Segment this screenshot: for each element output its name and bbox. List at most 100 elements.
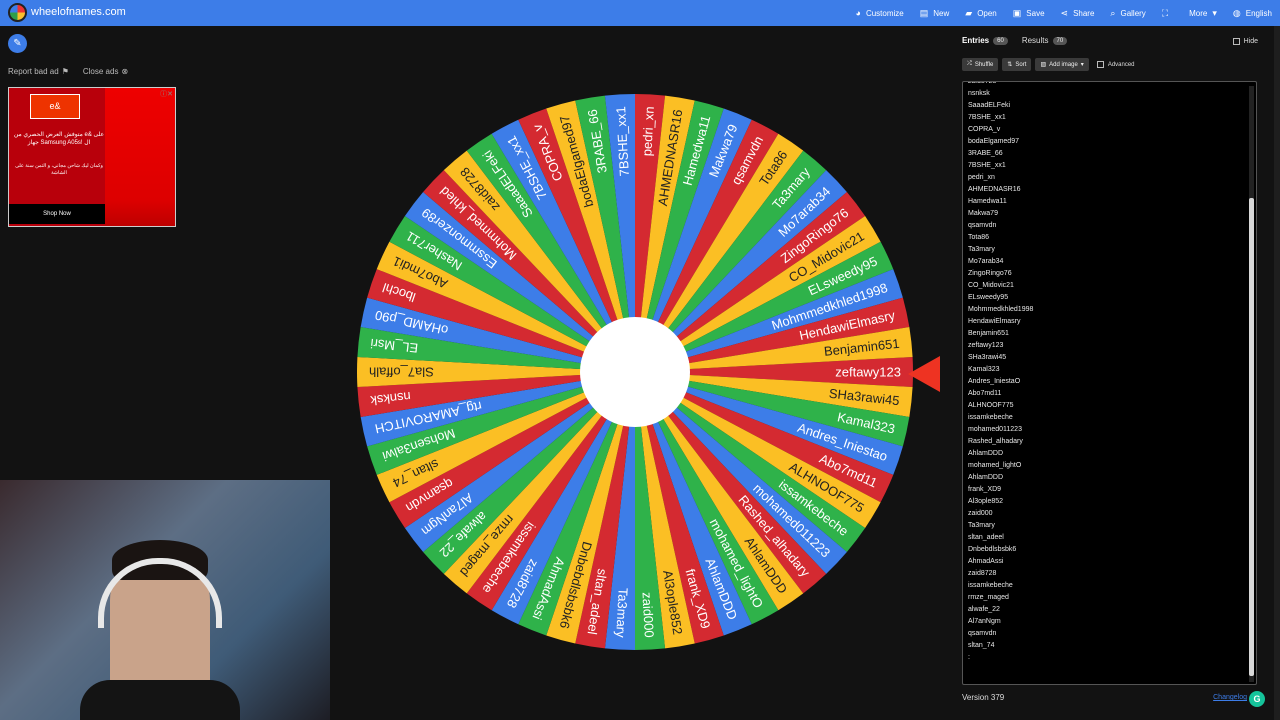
entry-line[interactable]: AhmadAssi [968,556,1033,568]
nav-customize-button[interactable]: ◕ Customize [856,8,904,18]
entry-line[interactable]: Al7anNgm [968,616,1033,628]
ad-banner[interactable]: e& متوفش العرض الحصري من e& على جهاز Sam… [8,87,176,227]
entry-line[interactable]: Hamedwa11 [968,196,1033,208]
entry-line[interactable]: nsnksk [968,88,1033,100]
sort-button[interactable]: ⇅ Sort [1002,58,1032,71]
entry-line[interactable]: sltan_adeel [968,532,1033,544]
entry-line[interactable]: rmze_maged [968,592,1033,604]
entry-line[interactable]: SHa3rawi45 [968,352,1033,364]
entry-line[interactable]: sltan_74 [968,640,1033,652]
wheel-center-hub[interactable] [580,317,690,427]
entry-line[interactable]: Makwa79 [968,208,1033,220]
entry-line[interactable]: : [968,652,1033,664]
globe-icon: ◍ [1232,7,1241,18]
entry-line[interactable]: Abo7md11 [968,388,1033,400]
sort-label: Sort [1015,61,1027,68]
nav-open-button[interactable]: ▰ Open [965,8,997,18]
grammarly-icon[interactable]: G [1249,691,1265,707]
report-bad-ad-link[interactable]: Report bad ad ⚑ [8,67,69,76]
tab-results[interactable]: Results 70 [1022,36,1068,45]
edit-pencil-icon[interactable]: ✎ [8,34,27,53]
entries-scrollbar[interactable] [1249,86,1254,682]
tab-entries[interactable]: Entries 60 [962,36,1008,45]
entry-line[interactable]: mohamed011223 [968,424,1033,436]
nav-more-button[interactable]: More ▾ [1189,8,1217,18]
entry-line[interactable]: frank_XD9 [968,484,1033,496]
nav-fullscreen-button[interactable]: ⛶ [1162,8,1173,18]
hide-checkbox[interactable] [1232,38,1240,45]
advanced-toggle[interactable]: Advanced [1096,61,1135,68]
entry-line[interactable]: Mohmmedkhled1998 [968,304,1033,316]
entry-line[interactable]: Rashed_alhadary [968,436,1033,448]
entry-line[interactable]: zaid000 [968,508,1033,520]
entry-line[interactable]: ELsweedy95 [968,292,1033,304]
hide-toggle[interactable]: Hide [1232,38,1258,45]
advanced-label: Advanced [1107,61,1135,68]
entry-line[interactable]: CO_Midovic21 [968,280,1033,292]
ad-choices-icon[interactable]: ⓘ✕ [160,89,173,99]
entry-line[interactable]: HendawiElmasry [968,316,1033,328]
entries-list[interactable]: zaid8728 nsnksk SaaadELFeki 7BSHE_xx1 COPRA_… [968,82,1033,664]
entry-line[interactable]: Andres_IniestaO [968,376,1033,388]
shuffle-button[interactable]: ⤮ Shuffle [962,58,999,71]
entry-line[interactable]: issamkebeche [968,580,1033,592]
entry-line[interactable]: qsamvdn [968,628,1033,640]
wheel-segment-label: zeftawy123 [835,365,901,380]
changelog-link[interactable]: Changelog [1213,694,1247,701]
entry-line[interactable]: 3RABE_66 [968,148,1033,160]
entry-line[interactable]: zaid8728 [968,568,1033,580]
entry-line[interactable]: AHMEDNASR16 [968,184,1033,196]
entry-line[interactable]: pedri_xn [968,172,1033,184]
hide-label: Hide [1243,38,1258,45]
entry-line[interactable]: ALHNOOF775 [968,400,1033,412]
tab-label: Entries [962,36,990,45]
count-badge: 60 [993,36,1008,45]
entry-line[interactable]: bodaElgamed97 [968,136,1033,148]
entry-line[interactable]: Mo7arab34 [968,256,1033,268]
entry-line[interactable]: Dnbebdlsbsbk6 [968,544,1033,556]
entry-line[interactable]: Al3ople852 [968,496,1033,508]
nav-label: Gallery [1120,8,1146,18]
entry-line[interactable]: COPRA_v [968,124,1033,136]
entry-line[interactable]: Ta3mary [968,244,1033,256]
nav-label: Share [1073,8,1095,18]
nav-save-button[interactable]: ▣ Save [1013,8,1045,18]
nav-gallery-button[interactable]: ⌕ Gallery [1110,8,1146,18]
page-scrollbar[interactable] [1274,26,1280,720]
entry-line[interactable]: qsamvdn [968,220,1033,232]
shuffle-label: Shuffle [974,61,994,68]
nav-english-button[interactable]: ◍ English [1232,7,1272,18]
advanced-checkbox[interactable] [1096,61,1104,68]
entry-line[interactable]: mohamed_lightO [968,460,1033,472]
add-image-button[interactable]: ▨ Add image ▾ [1035,58,1089,71]
entry-line[interactable]: Tota86 [968,232,1033,244]
sort-icon: ⇅ [1007,62,1013,68]
ad-shop-now-button[interactable]: Shop Now [9,204,105,224]
nav-new-button[interactable]: ▤ New [920,8,950,18]
entry-line[interactable]: Ta3mary [968,520,1033,532]
entries-textarea[interactable]: zaid8728 nsnksk SaaadELFeki 7BSHE_xx1 COPRA_… [962,81,1257,685]
wheel-logo-icon[interactable] [8,3,27,22]
entry-line[interactable]: zeftawy123 [968,340,1033,352]
entry-line[interactable]: zaid8728 [968,82,1033,88]
nav-share-button[interactable]: ⋖ Share [1061,8,1095,18]
ad-headline: متوفش العرض الحصري من e& على جهاز Samsun… [13,132,105,146]
entry-line[interactable]: AhlamDDD [968,472,1033,484]
entry-line[interactable]: AhlamDDD [968,448,1033,460]
entry-line[interactable]: Benjamin651 [968,328,1033,340]
entry-line[interactable]: issamkebeche [968,412,1033,424]
entry-line[interactable]: alwafe_22 [968,604,1033,616]
close-ads-link[interactable]: Close ads ⊗ [83,67,128,76]
wheel-svg[interactable]: zeftawy123SHa3rawi45Kamal323Andres_Inies… [355,92,915,652]
entry-line[interactable]: 7BSHE_xx1 [968,112,1033,124]
entry-line[interactable]: Kamal323 [968,364,1033,376]
report-bad-ad-label: Report bad ad [8,67,59,76]
wheel-pointer-arrow [908,356,940,392]
entries-scroll-thumb[interactable] [1249,198,1254,676]
site-title[interactable]: wheelofnames.com [31,6,126,18]
wheel-segment-label: Sla7_offalh [369,365,434,380]
entry-line[interactable]: ZingoRingo76 [968,268,1033,280]
name-wheel[interactable]: zeftawy123 SHa3rawi45 Kamal323 Andres_Inies… [355,92,915,652]
entry-line[interactable]: 7BSHE_xx1 [968,160,1033,172]
entry-line[interactable]: SaaadELFeki [968,100,1033,112]
